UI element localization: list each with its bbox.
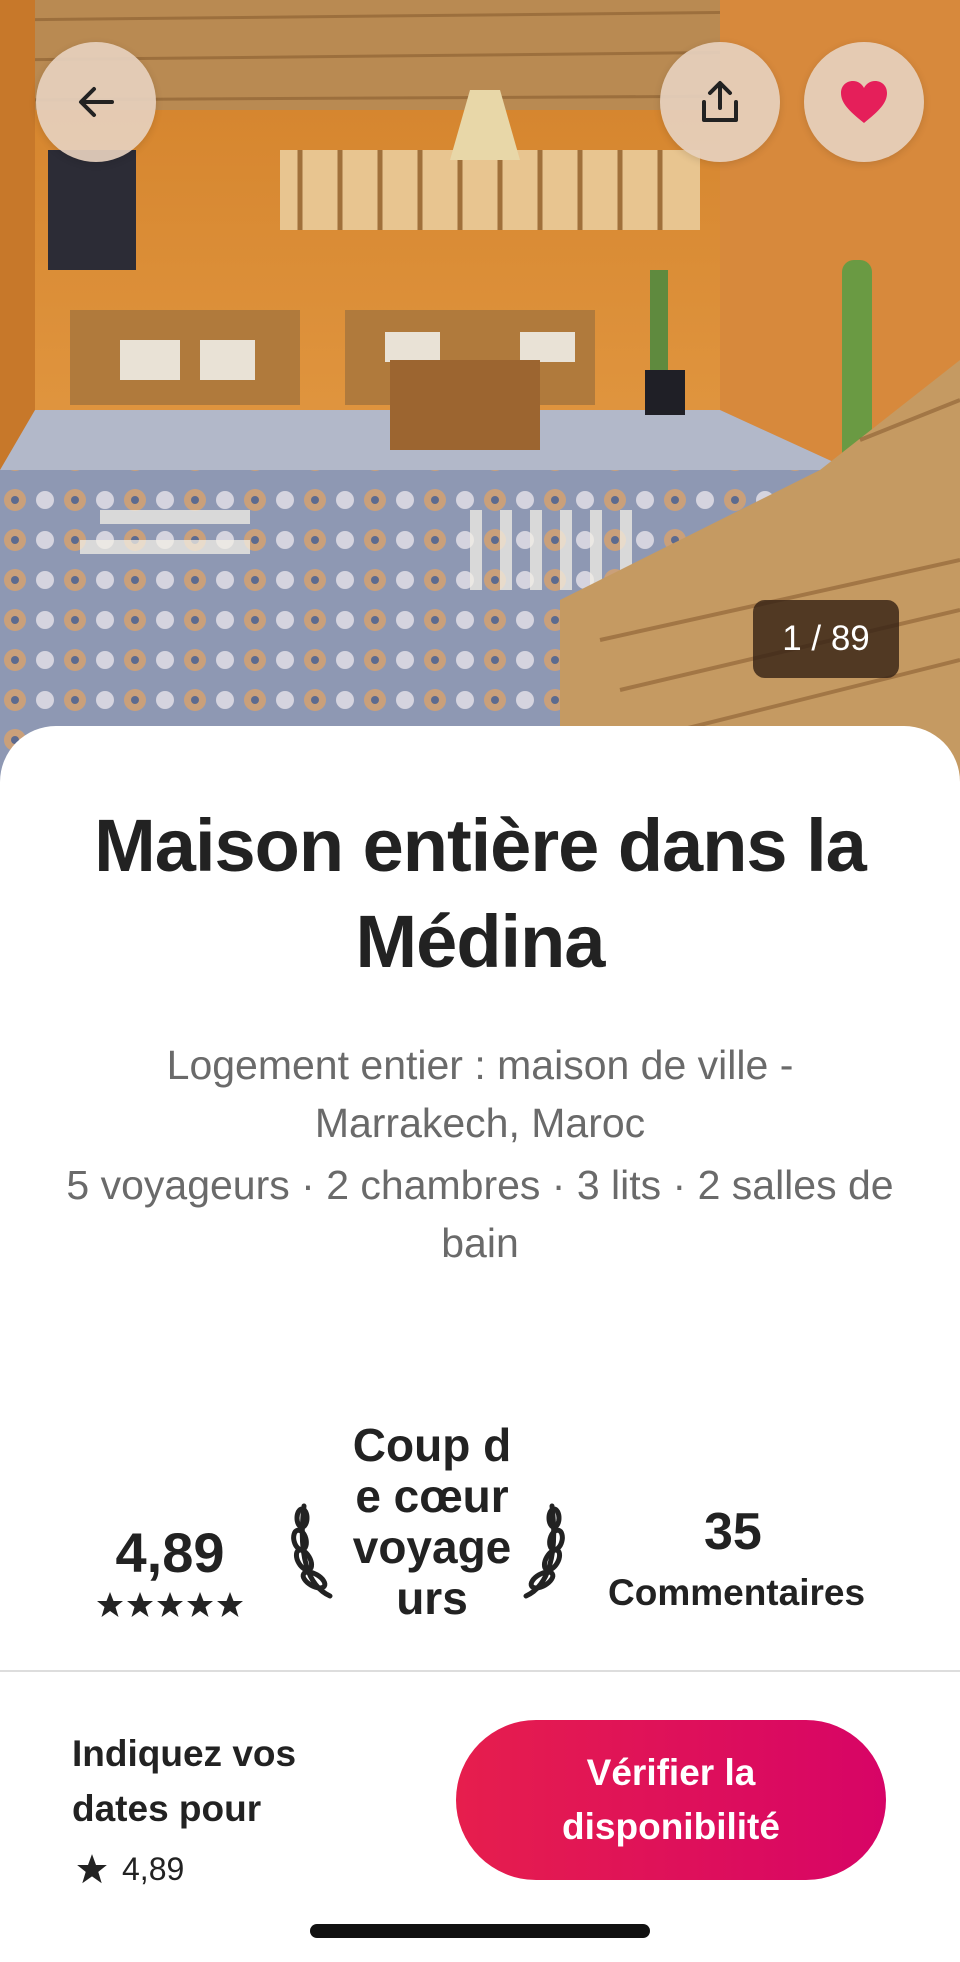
listing-capacity-details: 5 voyageurs · 2 chambres · 3 lits · 2 sa… (66, 1162, 894, 1266)
photo-counter: 1 / 89 (753, 600, 899, 678)
reviews-count: 35 (704, 1503, 762, 1561)
share-button[interactable] (660, 42, 780, 162)
listing-subtitle: Logement entier : maison de ville - Marr… (166, 1042, 794, 1146)
home-indicator[interactable] (310, 1924, 650, 1938)
footer-rating-value: 4,89 (122, 1850, 185, 1887)
share-upload-icon (702, 81, 738, 122)
save-favorite-button[interactable] (804, 42, 924, 162)
reviews-label: Commentaires (608, 1572, 866, 1613)
divider (0, 1670, 960, 1672)
footer-rating: 4,89 (76, 1844, 184, 1894)
listing-stats-row[interactable]: 4,89 Coup de cœur voyageurs 35 Commentai… (0, 1386, 960, 1706)
rating-value: 4,89 (115, 1521, 225, 1584)
back-button[interactable] (36, 42, 156, 162)
listing-title: Maison entière dans la Médina (94, 804, 867, 983)
check-availability-label: Vérifier la disponibilité (562, 1752, 780, 1847)
star-rating-icon (97, 1592, 243, 1617)
star-icon (77, 1854, 107, 1884)
arrow-left-icon (79, 87, 114, 117)
guest-favorite-label: Coup de cœur voyageurs (352, 1419, 512, 1624)
check-availability-button[interactable]: Vérifier la disponibilité (456, 1720, 886, 1880)
heart-icon (841, 81, 887, 123)
laurel-left-icon (291, 1503, 333, 1599)
listing-photo-gallery[interactable]: 1 / 89 (0, 0, 960, 800)
dates-prompt: Indiquez vos dates pour (72, 1733, 297, 1829)
listing-details-card: Maison entière dans la Médina Logement e… (0, 726, 960, 1962)
laurel-right-icon (523, 1503, 565, 1599)
